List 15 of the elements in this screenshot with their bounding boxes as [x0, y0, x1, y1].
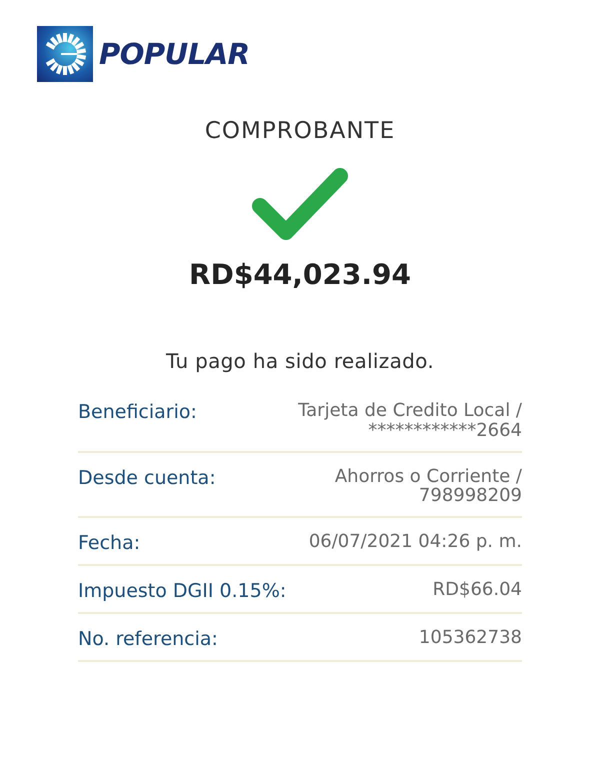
receipt-title: COMPROBANTE	[204, 118, 396, 144]
logo-icon	[37, 26, 93, 82]
detail-value: Ahorros o Corriente / 798998209	[334, 466, 522, 506]
detail-value: 105362738	[418, 628, 522, 648]
detail-value: RD$66.04	[432, 580, 522, 600]
confirmation-message: Tu pago ha sido realizado.	[166, 349, 434, 373]
detail-label: Beneficiario:	[78, 401, 197, 423]
brand-name: POPULAR	[99, 37, 250, 71]
detail-value: Tarjeta de Credito Local / ************2664	[297, 401, 522, 441]
detail-label: Desde cuenta:	[78, 466, 216, 489]
detail-label: No. referencia:	[78, 628, 218, 650]
detail-value: 06/07/2021 04:26 p. m.	[308, 532, 522, 552]
payment-amount: RD$44,023.94	[189, 258, 411, 291]
detail-label: Impuesto DGII 0.15%:	[78, 580, 286, 602]
detail-label: Fecha:	[78, 532, 140, 554]
